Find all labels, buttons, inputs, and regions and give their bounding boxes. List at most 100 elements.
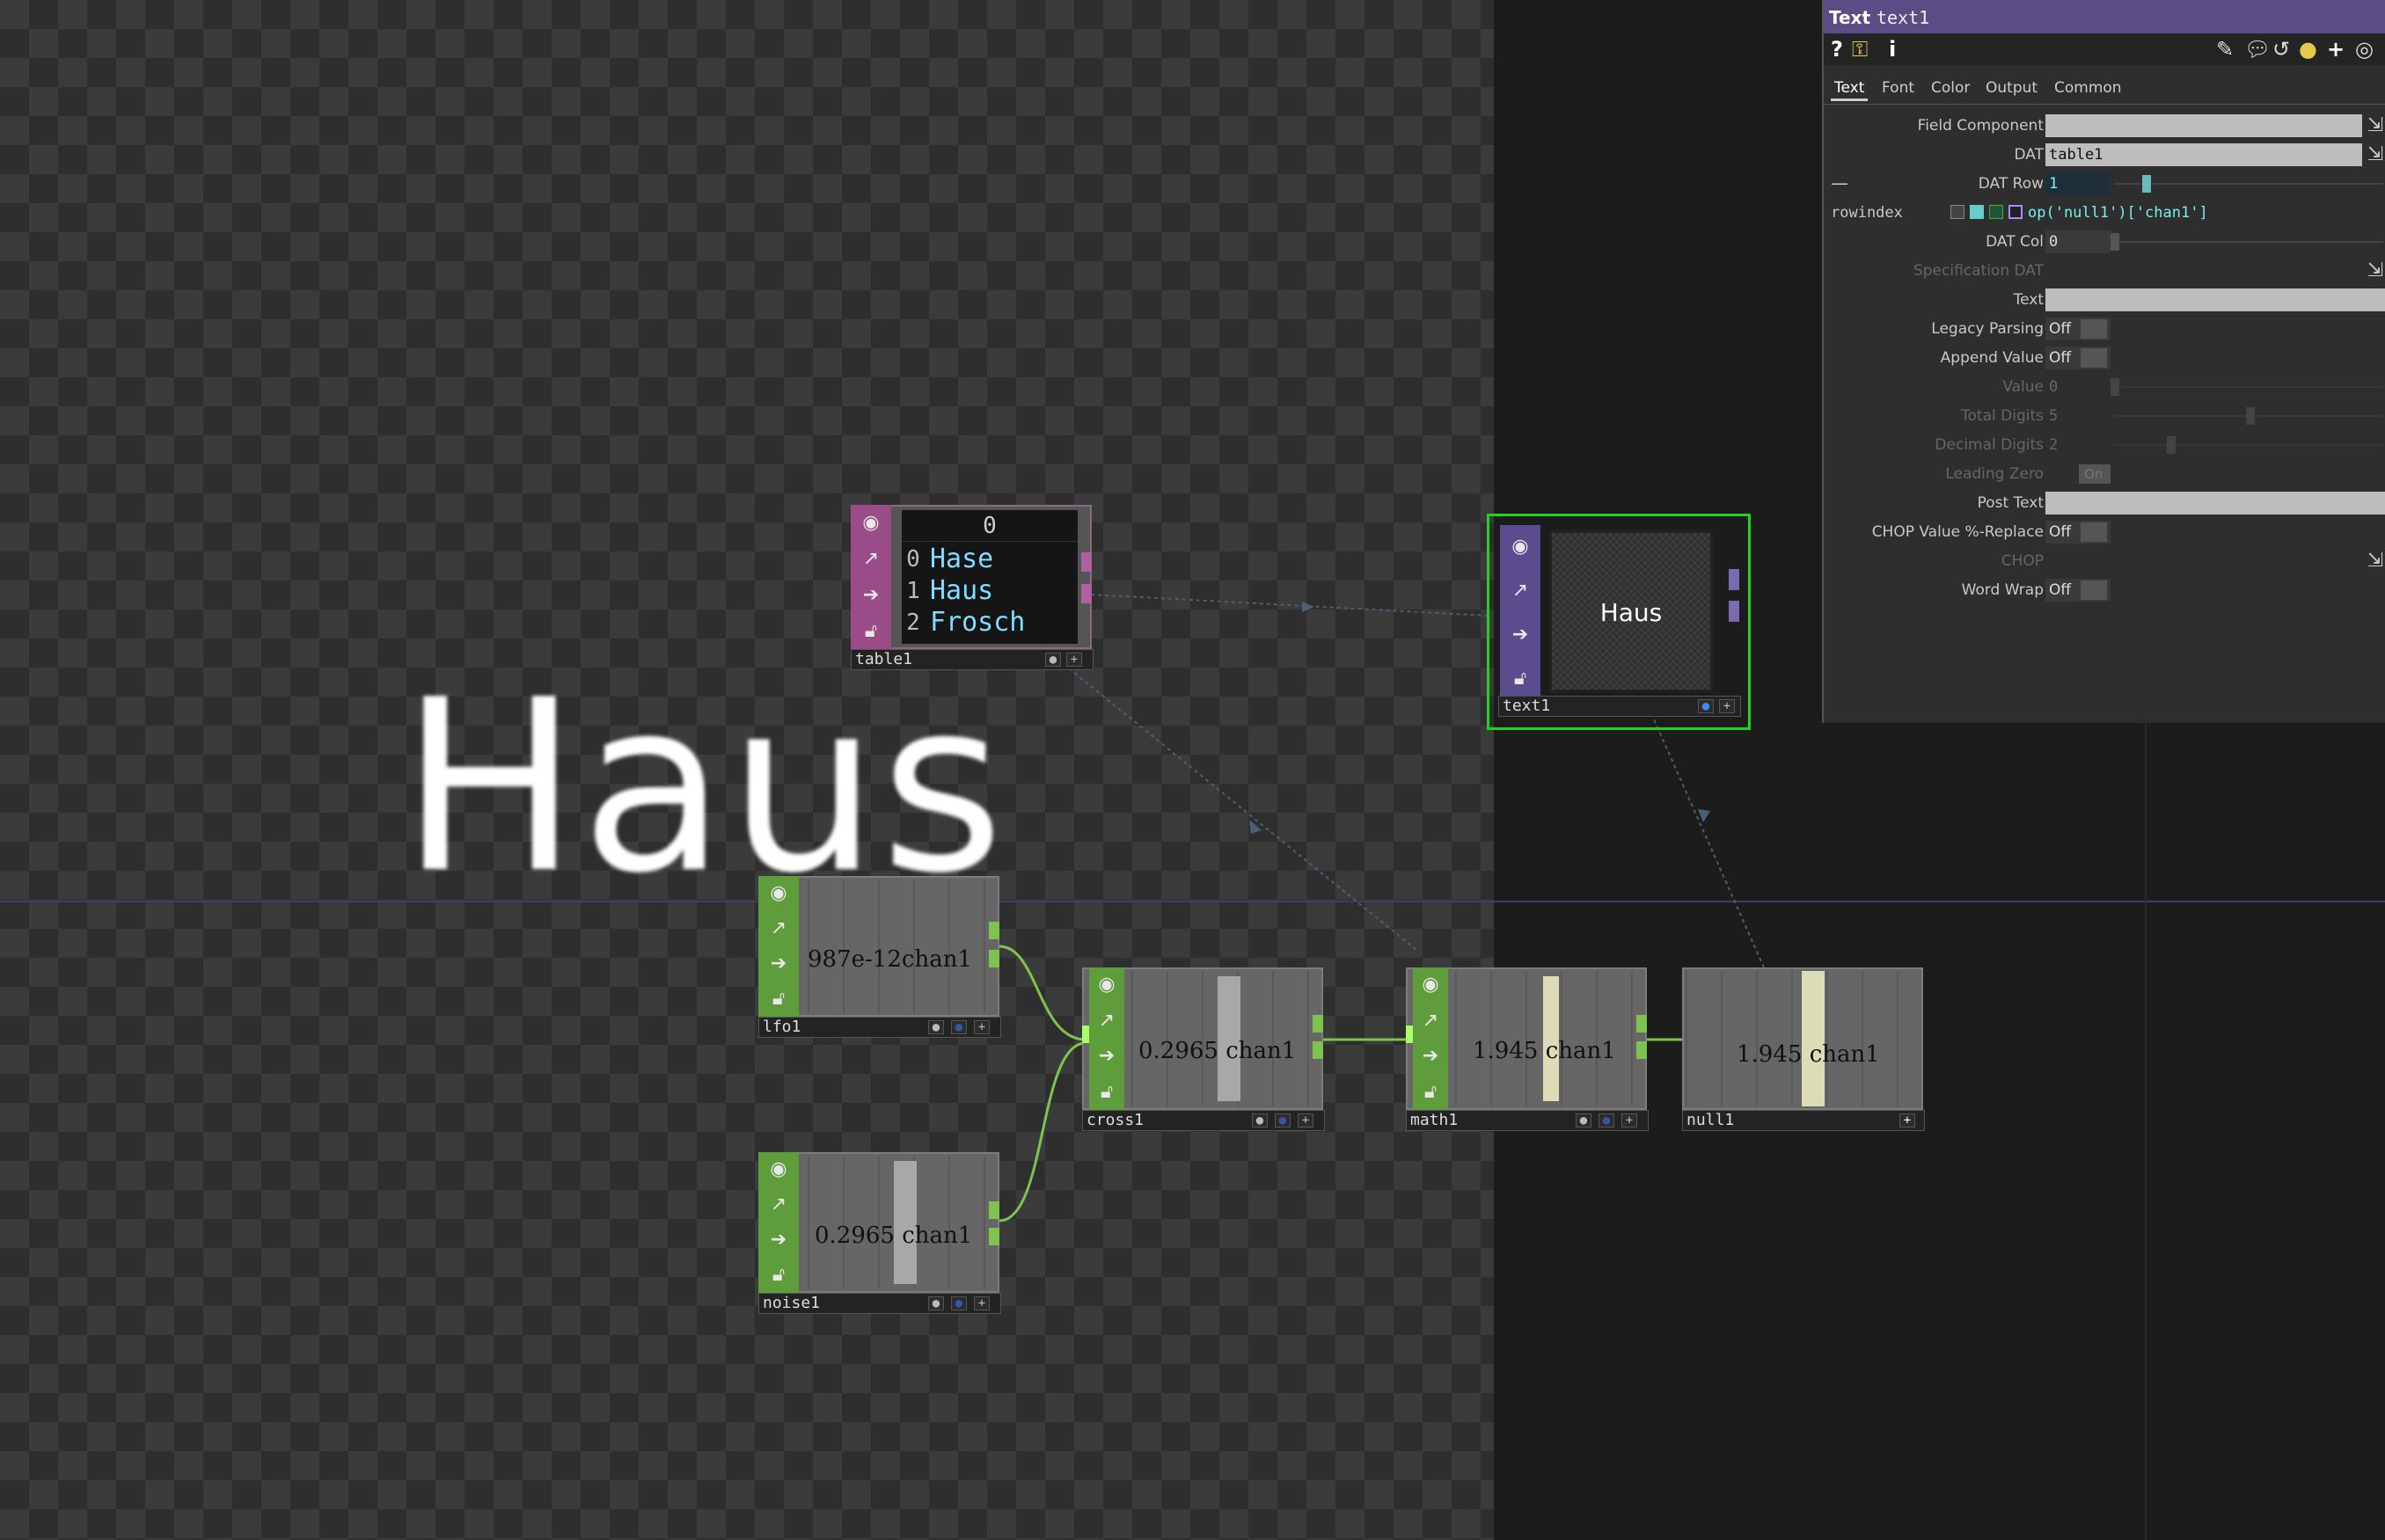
- chop-value-replace-toggle[interactable]: Off: [2045, 521, 2111, 544]
- tab-text[interactable]: Text: [1831, 77, 1869, 101]
- viewer-icon[interactable]: ◉: [1511, 537, 1528, 557]
- edit-icon[interactable]: ✎: [2216, 37, 2234, 62]
- tab-output[interactable]: Output: [1982, 77, 2041, 99]
- dat-row-slider[interactable]: [2114, 183, 2383, 185]
- node-lfo1[interactable]: ◉ ↗ ➔ 🔓︎ 987e-12chan1 lfo1 ● ● +: [758, 876, 1001, 1041]
- lock-icon[interactable]: 🔓︎: [772, 989, 785, 1009]
- output-connector[interactable]: [1636, 1015, 1647, 1033]
- lock-icon[interactable]: 🔓︎: [1424, 1082, 1437, 1102]
- mode-bind-icon[interactable]: [2008, 205, 2023, 219]
- info-icon[interactable]: i: [1889, 37, 1896, 62]
- cook-indicator[interactable]: ●: [928, 1296, 944, 1310]
- add-button[interactable]: +: [974, 1296, 990, 1310]
- viewer-icon[interactable]: ◉: [1422, 975, 1438, 995]
- bypass-icon[interactable]: ↗: [1512, 581, 1528, 601]
- lock-icon[interactable]: 🔓︎: [1101, 1082, 1113, 1102]
- node-name-bar[interactable]: table1 ● +: [851, 649, 1094, 670]
- output-connector[interactable]: [989, 950, 999, 967]
- output-connector[interactable]: [1729, 569, 1739, 590]
- node-text1[interactable]: ◉ ↗ ➔ 🔓︎ Haus text1 ● +: [1487, 514, 1751, 730]
- bypass-icon[interactable]: ↗: [1423, 1011, 1438, 1031]
- node-name-bar[interactable]: math1 ● ● +: [1406, 1110, 1649, 1131]
- node-name-bar[interactable]: null1 +: [1682, 1110, 1925, 1131]
- target-icon[interactable]: ◎: [2355, 37, 2374, 62]
- node-flag-strip[interactable]: ◉ ↗ ➔ 🔓︎: [1413, 967, 1448, 1110]
- node-flag-strip[interactable]: ◉ ↗ ➔ 🔓︎: [1500, 525, 1540, 701]
- collapse-icon[interactable]: —: [1831, 172, 1848, 193]
- bypass-icon[interactable]: ↗: [1099, 1011, 1115, 1031]
- export-icon[interactable]: ➔: [1099, 1047, 1115, 1066]
- mode-constant-icon[interactable]: [1950, 205, 1964, 219]
- viewer-indicator[interactable]: ●: [1275, 1113, 1291, 1128]
- viewer-indicator[interactable]: ●: [1599, 1113, 1614, 1128]
- node-cross1[interactable]: ◉ ↗ ➔ 🔓︎ 0.2965 chan1 cross1 ● ● +: [1082, 967, 1325, 1135]
- cook-indicator[interactable]: ●: [928, 1020, 944, 1034]
- viewer-icon[interactable]: ◉: [770, 1160, 786, 1179]
- viewer-indicator[interactable]: ●: [951, 1296, 967, 1310]
- node-flag-strip[interactable]: ◉ ↗ ➔ 🔓︎: [758, 1152, 799, 1293]
- lock-icon[interactable]: 🔓︎: [772, 1266, 785, 1285]
- node-null1[interactable]: 1.945 chan1 null1 +: [1682, 967, 1925, 1135]
- undo-icon[interactable]: ↺: [2272, 37, 2290, 62]
- mode-export-icon[interactable]: [1989, 205, 2003, 219]
- output-connector[interactable]: [1636, 1041, 1647, 1059]
- help-icon[interactable]: ?: [1831, 37, 1843, 62]
- drag-arrow-icon[interactable]: ⇲: [2367, 259, 2383, 281]
- value-slider-knob[interactable]: [2111, 378, 2119, 396]
- append-value-toggle[interactable]: Off: [2045, 347, 2111, 369]
- viewer-indicator[interactable]: ●: [951, 1020, 967, 1034]
- node-name-bar[interactable]: lfo1 ● ● +: [758, 1017, 1001, 1038]
- dat-col-slider-knob[interactable]: [2111, 233, 2119, 251]
- decimal-digits-slider[interactable]: [2114, 444, 2383, 446]
- node-noise1[interactable]: ◉ ↗ ➔ 🔓︎ 0.2965 chan1 noise1 ● ● +: [758, 1152, 1001, 1317]
- bypass-icon[interactable]: ↗: [771, 919, 786, 938]
- python-help-icon[interactable]: ⚿: [1852, 37, 1868, 62]
- word-wrap-toggle[interactable]: Off: [2045, 579, 2111, 602]
- add-button[interactable]: +: [1719, 699, 1735, 713]
- viewer-active-indicator[interactable]: ●: [1698, 699, 1714, 713]
- output-connector[interactable]: [1729, 601, 1739, 622]
- toggle-button[interactable]: [2081, 580, 2107, 600]
- node-flag-strip[interactable]: ◉ ↗ ➔ 🔓︎: [851, 505, 891, 649]
- export-icon[interactable]: ➔: [771, 1230, 786, 1250]
- cook-indicator[interactable]: ●: [1045, 653, 1061, 667]
- viewer-icon[interactable]: ◉: [1098, 975, 1115, 995]
- output-connector[interactable]: [1313, 1015, 1323, 1033]
- node-math1[interactable]: ◉ ↗ ➔ 🔓︎ 1.945 chan1 math1 ● ● +: [1406, 967, 1649, 1135]
- node-name-bar[interactable]: text1 ● +: [1498, 696, 1741, 717]
- dat-row-slider-knob[interactable]: [2142, 175, 2151, 193]
- toggle-button[interactable]: [2081, 348, 2107, 368]
- node-name-bar[interactable]: noise1 ● ● +: [758, 1293, 1001, 1314]
- toggle-button[interactable]: [2081, 522, 2107, 542]
- post-text-input[interactable]: [2045, 492, 2385, 515]
- output-connector[interactable]: [1081, 552, 1092, 572]
- export-icon[interactable]: ➔: [863, 585, 879, 605]
- drag-arrow-icon[interactable]: ⇲: [2367, 114, 2383, 136]
- tab-color[interactable]: Color: [1928, 77, 1973, 99]
- field-component-input[interactable]: [2045, 114, 2362, 137]
- bypass-icon[interactable]: ↗: [771, 1195, 786, 1215]
- rowindex-expression[interactable]: op('null1')['chan1']: [2028, 204, 2208, 222]
- add-button[interactable]: +: [1298, 1113, 1313, 1128]
- lock-icon[interactable]: 🔓︎: [865, 621, 877, 641]
- mode-expression-icon[interactable]: [1970, 205, 1984, 219]
- python-icon[interactable]: ●: [2299, 37, 2317, 62]
- output-connector[interactable]: [1081, 584, 1092, 603]
- toggle-button[interactable]: [2081, 319, 2107, 339]
- cook-indicator[interactable]: ●: [1576, 1113, 1591, 1128]
- op-name-label[interactable]: text1: [1877, 7, 1929, 28]
- drag-arrow-icon[interactable]: ⇲: [2367, 550, 2383, 572]
- decimal-digits-slider-knob[interactable]: [2167, 436, 2176, 454]
- viewer-icon[interactable]: ◉: [770, 884, 786, 903]
- add-button[interactable]: +: [974, 1020, 990, 1034]
- node-table1[interactable]: ◉ ↗ ➔ 🔓︎ 0 0 Hase 1 Haus 2 Frosch table1…: [851, 505, 1094, 674]
- viewer-icon[interactable]: ◉: [862, 513, 879, 533]
- total-digits-slider-knob[interactable]: [2246, 407, 2255, 425]
- lock-icon[interactable]: 🔓︎: [1514, 669, 1526, 689]
- node-name-bar[interactable]: cross1 ● ● +: [1082, 1110, 1325, 1131]
- drag-arrow-icon[interactable]: ⇲: [2367, 143, 2383, 165]
- plus-icon[interactable]: +: [2327, 37, 2345, 62]
- output-connector[interactable]: [989, 922, 999, 939]
- bypass-icon[interactable]: ↗: [863, 549, 879, 569]
- add-button[interactable]: +: [1621, 1113, 1637, 1128]
